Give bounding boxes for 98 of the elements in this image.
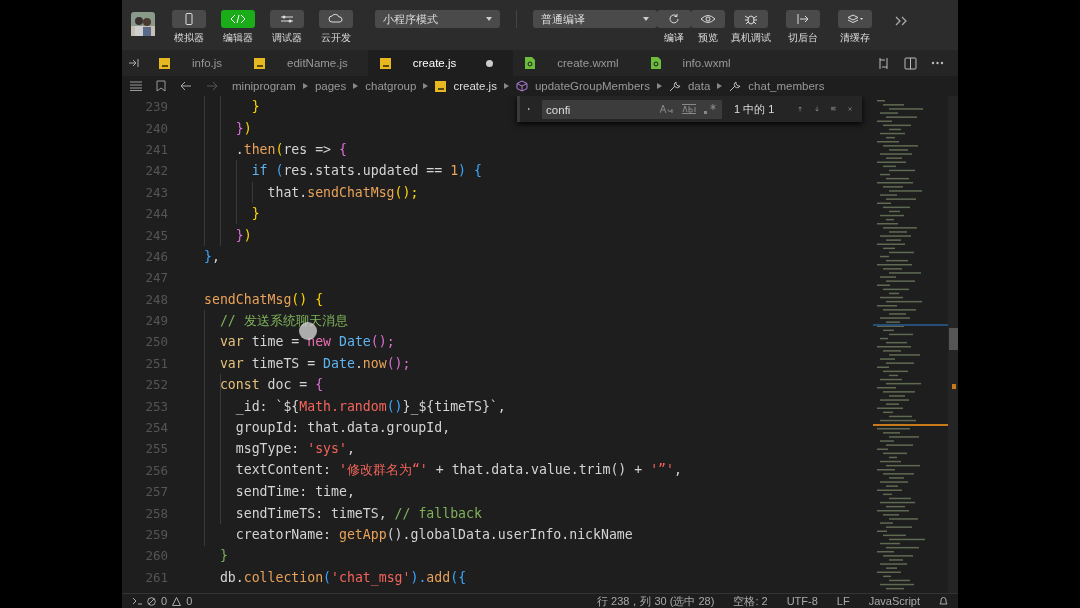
unsaved-dot bbox=[486, 59, 494, 67]
code-icon bbox=[229, 13, 246, 25]
chevron-double-icon[interactable] bbox=[895, 16, 907, 26]
collapse-icon[interactable] bbox=[128, 58, 140, 68]
toolbar-button[interactable]: 模拟器 bbox=[164, 10, 213, 45]
code-line: } bbox=[250, 99, 260, 115]
code-line: var timeTS = Date.now(); bbox=[218, 355, 411, 371]
code-line: }, bbox=[204, 248, 220, 264]
toolbar-button[interactable]: 清缓存 bbox=[829, 10, 881, 45]
js-file-icon bbox=[159, 57, 170, 69]
bug-icon bbox=[743, 13, 759, 25]
status-item[interactable]: JavaScript bbox=[868, 594, 920, 608]
toolbar-button[interactable]: 切后台 bbox=[777, 10, 829, 45]
compile-dropdown[interactable]: 普通编译 bbox=[533, 10, 657, 28]
whole-word-toggle[interactable] bbox=[682, 103, 697, 114]
compare-icon[interactable] bbox=[877, 56, 890, 70]
toolbar-button[interactable]: 真机调试 bbox=[725, 10, 777, 45]
toolbar-button[interactable]: 编辑器 bbox=[213, 10, 262, 45]
status-item[interactable]: 空格: 2 bbox=[733, 594, 768, 608]
toolbar-button[interactable]: 调试器 bbox=[262, 10, 311, 45]
back-arrow-icon[interactable] bbox=[180, 81, 192, 91]
code-line: }) bbox=[234, 120, 252, 136]
breadcrumb-item[interactable]: data bbox=[687, 80, 711, 92]
list-icon[interactable] bbox=[130, 81, 142, 91]
chevron-icon bbox=[302, 83, 308, 89]
regex-toggle[interactable] bbox=[704, 103, 717, 114]
file-tab[interactable]: info.wxml bbox=[638, 50, 751, 76]
refresh-icon bbox=[666, 13, 682, 25]
wxml-file-icon bbox=[525, 57, 536, 69]
arrow-bar-icon bbox=[795, 13, 811, 25]
arrow-down-icon[interactable] bbox=[814, 103, 819, 115]
code-line: .then(res => { bbox=[234, 141, 347, 157]
chevron-icon bbox=[717, 83, 723, 89]
file-tab[interactable]: editName.js bbox=[242, 50, 368, 76]
code-line: creatorName: getApp().globalData.userInfo.nickName bbox=[234, 527, 633, 542]
status-item[interactable]: LF bbox=[836, 594, 850, 608]
breadcrumb-item[interactable]: create.js bbox=[453, 80, 497, 92]
js-file-icon bbox=[254, 57, 266, 69]
code-line: } bbox=[250, 206, 260, 222]
remote-icon[interactable] bbox=[132, 597, 142, 605]
js-file-icon bbox=[435, 80, 447, 92]
error-count[interactable]: 0 bbox=[161, 594, 168, 608]
js-file-icon bbox=[379, 57, 391, 69]
code-line: sendTime: time, bbox=[234, 484, 355, 500]
bookmark-icon[interactable] bbox=[156, 80, 166, 92]
code-line: sendChatMsg() { bbox=[204, 291, 324, 307]
code-line: textContent: '修改群名为“' + that.data.value.trim() + '”', bbox=[234, 461, 682, 480]
breadcrumb-item[interactable]: pages bbox=[314, 80, 347, 92]
file-tab[interactable]: info.js bbox=[147, 50, 243, 76]
bell-icon[interactable] bbox=[939, 596, 948, 606]
find-field[interactable]: confi bbox=[542, 100, 723, 119]
breadcrumb-item[interactable]: chatgroup bbox=[365, 80, 417, 92]
chevron-icon bbox=[423, 83, 429, 89]
eye-icon bbox=[700, 13, 716, 25]
code-line: var time = new Date(); bbox=[218, 334, 395, 350]
cube-icon bbox=[515, 80, 528, 92]
caret-icon bbox=[486, 17, 492, 21]
file-tab[interactable]: create.js bbox=[367, 50, 514, 76]
caret-icon bbox=[643, 17, 649, 21]
status-item[interactable]: UTF-8 bbox=[786, 594, 818, 608]
code-line: db.collection('chat_msg').add({ bbox=[218, 569, 467, 585]
code-line: // 发送系统聊天消息 bbox=[218, 311, 348, 330]
code-line: that.sendChatMsg(); bbox=[266, 184, 419, 200]
breadcrumb-item[interactable]: chat_members bbox=[748, 80, 825, 92]
breadcrumb-item[interactable]: updateGroupMembers bbox=[534, 80, 650, 92]
close-icon[interactable] bbox=[847, 104, 852, 114]
arrow-up-icon[interactable] bbox=[798, 103, 803, 115]
warning-icon[interactable] bbox=[172, 596, 182, 606]
code-line: const doc = { bbox=[218, 377, 324, 393]
match-count: 1 中的 1 bbox=[734, 101, 775, 117]
code-line: sendTimeTS: timeTS, // fallback bbox=[234, 505, 482, 521]
error-icon[interactable] bbox=[147, 596, 156, 606]
wrench-icon bbox=[668, 80, 681, 92]
status-item[interactable]: 行 238，列 30 (选中 28) bbox=[597, 594, 715, 608]
code-line: } bbox=[218, 548, 228, 564]
match-case-toggle[interactable] bbox=[660, 103, 675, 114]
wxml-file-icon bbox=[650, 57, 661, 69]
breadcrumb-item[interactable]: miniprogram bbox=[232, 80, 296, 92]
chevron-icon bbox=[353, 83, 359, 89]
sliders-icon bbox=[278, 13, 295, 25]
code-line: groupId: that.data.groupId, bbox=[234, 420, 451, 436]
code-line: if (res.stats.updated == 1) { bbox=[250, 163, 482, 179]
scrollbar-thumb[interactable] bbox=[949, 328, 958, 350]
layers-icon bbox=[847, 13, 863, 25]
wrench-icon bbox=[729, 80, 742, 92]
code-line: }) bbox=[234, 227, 252, 243]
cloud-icon bbox=[327, 13, 344, 25]
code-line: msgType: 'sys', bbox=[234, 441, 355, 457]
file-tab[interactable]: create.wxml bbox=[513, 50, 639, 76]
code-line: _id: `${Math.random()}_${timeTS}`, bbox=[234, 398, 506, 414]
chevron-icon bbox=[503, 83, 509, 89]
more-icon[interactable] bbox=[931, 61, 944, 65]
warning-count[interactable]: 0 bbox=[186, 594, 193, 608]
split-editor-icon[interactable] bbox=[904, 56, 917, 70]
toolbar-button[interactable]: 云开发 bbox=[311, 10, 360, 45]
scroll-marker bbox=[952, 384, 956, 389]
chevron-icon bbox=[656, 83, 662, 89]
mode-dropdown[interactable]: 小程序模式 bbox=[375, 10, 500, 28]
